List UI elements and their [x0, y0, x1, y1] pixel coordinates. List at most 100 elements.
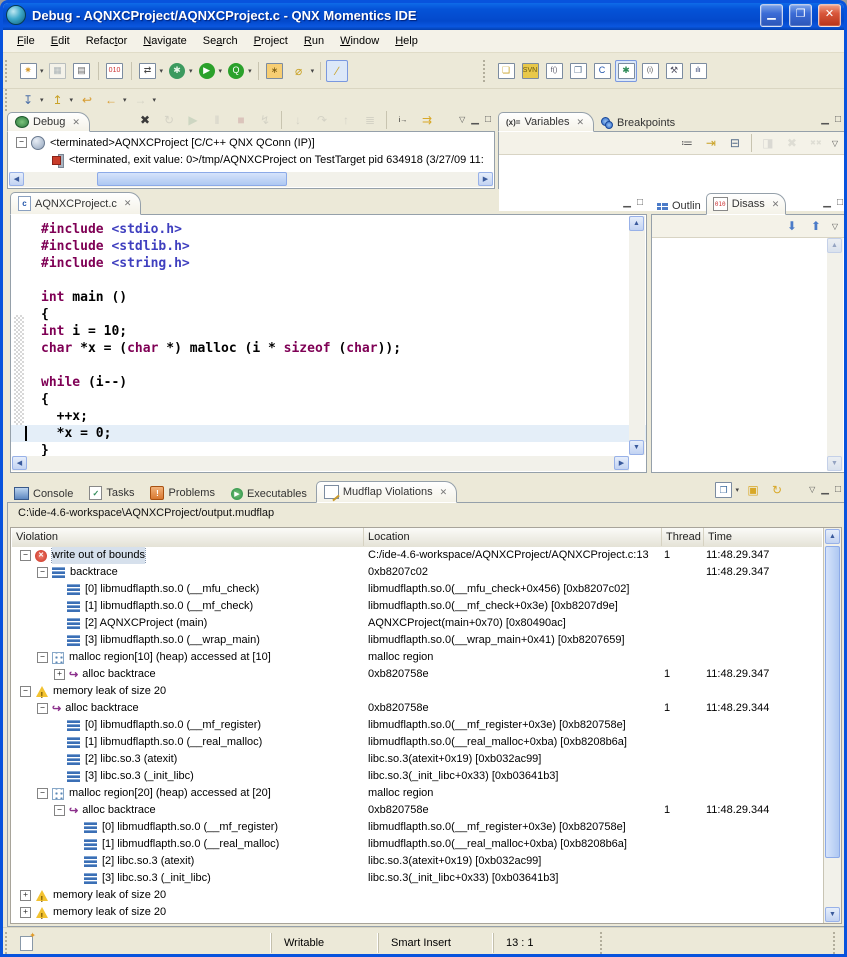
collapse-icon[interactable]: − — [54, 805, 65, 816]
tab-outline[interactable]: Outlin — [651, 197, 706, 215]
open-element-icon[interactable]: ∗ — [264, 60, 286, 82]
mark-occurrences-icon[interactable]: ∕ — [326, 60, 348, 82]
column-time[interactable]: Time — [704, 528, 824, 546]
print-icon[interactable]: ▤ — [71, 60, 93, 82]
violation-row[interactable]: [0] libmudflapth.so.0 (__mfu_check)libmu… — [12, 581, 822, 598]
expand-icon[interactable]: + — [20, 907, 31, 918]
code-line[interactable] — [11, 357, 646, 374]
violation-row[interactable]: [1] libmudflapth.so.0 (__mf_check)libmud… — [12, 598, 822, 615]
run-icon[interactable]: ▶ — [196, 60, 218, 82]
menu-help[interactable]: Help — [387, 32, 426, 50]
menu-search[interactable]: Search — [195, 32, 246, 50]
close-icon[interactable]: ✕ — [72, 117, 80, 128]
violation-row[interactable]: −malloc region[10] (heap) accessed at [1… — [12, 649, 822, 666]
violations-vscrollbar[interactable]: ▲ ▼ — [823, 528, 841, 923]
violation-row[interactable]: −!memory leak of size 20 — [12, 683, 822, 700]
use-step-filters-icon[interactable]: ⇉ — [416, 109, 438, 131]
search-icon[interactable]: ⌀ — [288, 60, 310, 82]
violation-row[interactable]: +!memory leak of size 20 — [12, 904, 822, 921]
violation-row[interactable]: −↪alloc backtrace0xb820758e111:48.29.344 — [12, 700, 822, 717]
c-cpp-perspective-icon[interactable]: C — [591, 60, 613, 82]
system-builder-perspective-icon[interactable]: ⚒ — [663, 60, 685, 82]
next-annotation-dropdown-icon[interactable]: ▾ — [40, 96, 44, 104]
tab-mudflap-violations[interactable]: Mudflap Violations ✕ — [316, 481, 457, 503]
profiler-perspective-icon[interactable]: ılı — [687, 60, 709, 82]
refresh-icon[interactable]: ↻ — [766, 479, 788, 501]
tab-debug[interactable]: Debug ✕ — [7, 112, 90, 132]
qnx-run-dropdown-icon[interactable]: ▾ — [248, 67, 252, 75]
maximize-view-icon[interactable]: □ — [837, 197, 843, 208]
close-icon[interactable]: ✕ — [124, 198, 132, 209]
debug-dropdown-icon[interactable]: ▾ — [189, 67, 193, 75]
menu-project[interactable]: Project — [246, 32, 296, 50]
view-menu-icon[interactable]: ▽ — [459, 115, 465, 124]
violation-row[interactable]: −↪alloc backtrace0xb820758e111:48.29.344 — [12, 802, 822, 819]
scroll-up-icon[interactable]: ⬆ — [805, 215, 827, 237]
debug-tree-item[interactable]: −<terminated>AQNXCProject [C/C++ QNX QCo… — [12, 134, 494, 151]
scroll-left-icon[interactable]: ◀ — [12, 456, 27, 470]
collapse-icon[interactable]: − — [37, 652, 48, 663]
minimize-view-icon[interactable]: ▁ — [623, 197, 631, 208]
tab-variables[interactable]: (x)= Variables ✕ — [498, 112, 594, 132]
svn-perspective-icon[interactable]: SVN — [519, 60, 541, 82]
scroll-right-icon[interactable]: ▶ — [478, 172, 493, 186]
view-menu-icon[interactable]: ▽ — [832, 139, 838, 148]
scroll-left-icon[interactable]: ◀ — [9, 172, 24, 186]
minimize-view-icon[interactable]: ▁ — [471, 114, 479, 125]
violation-row[interactable]: [0] libmudflapth.so.0 (__mf_register)lib… — [12, 819, 822, 836]
violation-options-icon[interactable]: ❐ — [712, 479, 734, 501]
collapse-icon[interactable]: − — [20, 550, 31, 561]
back-dropdown-icon[interactable]: ▾ — [123, 96, 127, 104]
maximize-view-icon[interactable]: □ — [637, 197, 643, 208]
qnx-info-perspective-icon[interactable]: (i) — [639, 60, 661, 82]
close-icon[interactable]: ✕ — [772, 199, 780, 210]
fragment-perspective-icon[interactable]: f() — [543, 60, 565, 82]
menu-navigate[interactable]: Navigate — [135, 32, 194, 50]
violation-row[interactable]: +↪alloc backtrace0xb820758e111:48.29.347 — [12, 666, 822, 683]
close-button[interactable]: ✕ — [818, 4, 841, 27]
collapse-icon[interactable]: − — [16, 137, 27, 148]
violation-row[interactable]: [3] libc.so.3 (_init_libc)libc.so.3(_ini… — [12, 768, 822, 785]
code-line[interactable]: char *x = (char *) malloc (i * sizeof (c… — [11, 340, 646, 357]
close-icon[interactable]: ✕ — [577, 117, 585, 128]
code-line[interactable] — [11, 272, 646, 289]
show-full-paths-icon[interactable]: i→ — [392, 109, 414, 131]
violation-row[interactable]: [0] libmudflapth.so.0 (__mf_register)lib… — [12, 717, 822, 734]
menu-edit[interactable]: Edit — [43, 32, 78, 50]
run-dropdown-icon[interactable]: ▾ — [219, 67, 223, 75]
menu-window[interactable]: Window — [332, 32, 387, 50]
minimize-view-icon[interactable]: ▁ — [821, 484, 829, 495]
debug-tree-item[interactable]: <terminated, exit value: 0>/tmp/AQNXCPro… — [12, 151, 494, 168]
filter-lock-icon[interactable]: ▣ — [742, 479, 764, 501]
collapse-icon[interactable]: − — [37, 567, 48, 578]
forward-dropdown-icon[interactable]: ▾ — [153, 96, 157, 104]
violation-row[interactable]: −✕write out of boundsC:/ide-4.6-workspac… — [12, 547, 822, 564]
maximize-view-icon[interactable]: □ — [485, 114, 491, 125]
expand-icon[interactable]: + — [20, 890, 31, 901]
maximize-view-icon[interactable]: □ — [835, 484, 841, 495]
search-dropdown-icon[interactable]: ▾ — [311, 67, 315, 75]
tab-disassembly[interactable]: 010 Disass ✕ — [706, 193, 787, 215]
target-navigator-dropdown-icon[interactable]: ▾ — [160, 67, 164, 75]
toolbar-handle[interactable] — [5, 60, 14, 82]
show-logical-structure-icon[interactable]: ⇥ — [700, 132, 722, 154]
last-edit-location-icon[interactable]: ↩ — [76, 89, 98, 111]
minimize-view-icon[interactable]: ▁ — [821, 114, 829, 125]
target-navigator-icon[interactable]: ⇄ — [137, 60, 159, 82]
toolbar-handle[interactable] — [483, 60, 492, 82]
maximize-button[interactable]: ❐ — [789, 4, 812, 27]
scroll-right-icon[interactable]: ▶ — [614, 456, 629, 470]
binary-editor-icon[interactable]: 010 — [104, 60, 126, 82]
debug-hscrollbar[interactable]: ◀ ▶ — [9, 172, 493, 187]
close-icon[interactable]: ✕ — [440, 487, 448, 498]
code-line[interactable]: #include <stdio.h> — [11, 221, 646, 238]
column-violation[interactable]: Violation — [12, 528, 364, 546]
menu-run[interactable]: Run — [296, 32, 332, 50]
expand-icon[interactable]: + — [54, 669, 65, 680]
collapse-icon[interactable]: − — [20, 686, 31, 697]
violation-row[interactable]: [2] libc.so.3 (atexit)libc.so.3(atexit+0… — [12, 751, 822, 768]
qnx-run-icon[interactable]: Q — [225, 60, 247, 82]
code-line[interactable]: #include <string.h> — [11, 255, 646, 272]
scroll-down-icon[interactable]: ⬇ — [781, 215, 803, 237]
violation-row[interactable]: −malloc region[20] (heap) accessed at [2… — [12, 785, 822, 802]
